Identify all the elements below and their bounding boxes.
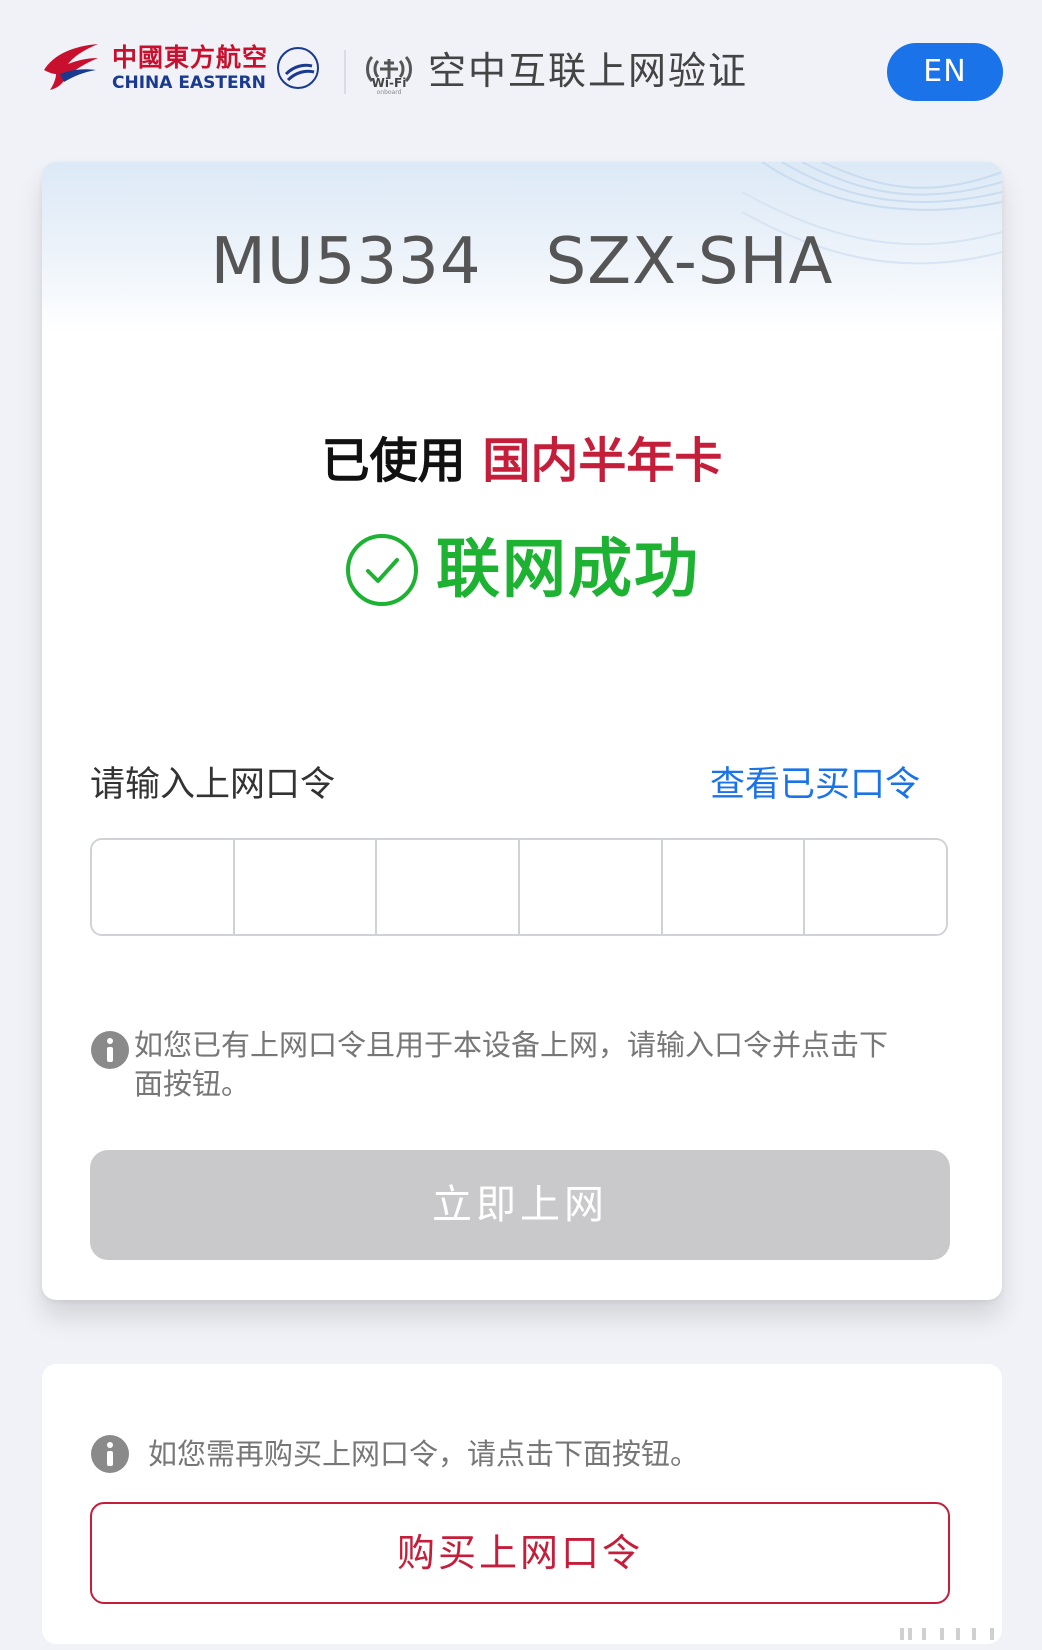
purchase-hint-text: 如您需再购买上网口令，请点击下面按钮。	[148, 1437, 700, 1471]
view-purchased-passwords-link[interactable]: 查看已买口令	[710, 762, 920, 808]
existing-password-hint: 如您已有上网口令且用于本设备上网，请输入口令并点击下面按钮。	[90, 1026, 910, 1104]
password-digit-box[interactable]	[92, 840, 235, 934]
flight-number: MU5334	[210, 225, 482, 299]
skyteam-logo-icon	[277, 47, 319, 89]
flight-info: MU5334 SZX-SHA	[42, 222, 1002, 302]
header-divider	[344, 50, 346, 94]
password-digit-box[interactable]	[520, 840, 663, 934]
password-input-group	[90, 838, 948, 936]
connect-now-button[interactable]: 立即上网	[90, 1150, 950, 1260]
watermark-bars-icon	[900, 1628, 994, 1640]
purchase-hint: 如您需再购买上网口令，请点击下面按钮。	[90, 1432, 950, 1476]
password-digit-box[interactable]	[234, 840, 378, 934]
password-label: 请输入上网口令	[90, 765, 336, 805]
wifi-label: Wi-Fi	[371, 76, 407, 90]
check-circle-icon	[346, 534, 418, 606]
plan-name: 国内半年卡	[482, 433, 723, 489]
language-toggle-button[interactable]: EN	[887, 43, 1003, 101]
wifi-sub-label: onboard	[376, 89, 402, 96]
connection-status: 联网成功	[42, 528, 1002, 612]
status-card: MU5334 SZX-SHA 已使用 国内半年卡 联网成功 请输入上网口令 查看已…	[42, 162, 1002, 1300]
connection-success-text: 联网成功	[436, 533, 700, 607]
brand-name-cn: 中國東方航空	[112, 43, 269, 72]
existing-password-hint-text: 如您已有上网口令且用于本设备上网，请输入口令并点击下面按钮。	[134, 1028, 889, 1101]
brand-name-en: CHINA EASTERN	[112, 73, 266, 93]
buy-password-button[interactable]: 购买上网口令	[90, 1502, 950, 1604]
page-title: 空中互联上网验证	[428, 49, 749, 93]
purchase-card: 如您需再购买上网口令，请点击下面按钮。 购买上网口令	[42, 1364, 1002, 1644]
china-eastern-logo-icon	[44, 44, 98, 90]
password-digit-box[interactable]	[377, 840, 521, 934]
password-digit-box[interactable]	[662, 840, 806, 934]
info-icon	[91, 1435, 129, 1473]
used-label: 已使用	[321, 433, 466, 489]
used-plan-line: 已使用 国内半年卡	[42, 430, 1002, 492]
flight-banner: MU5334 SZX-SHA	[42, 162, 1002, 332]
password-digit-box[interactable]	[805, 840, 946, 934]
header: 中國東方航空 CHINA EASTERN Wi-Fi onboard 空中互联上…	[0, 0, 1042, 150]
brand-name: 中國東方航空 CHINA EASTERN	[112, 44, 268, 94]
flight-route: SZX-SHA	[545, 225, 834, 299]
info-icon	[91, 1031, 129, 1069]
